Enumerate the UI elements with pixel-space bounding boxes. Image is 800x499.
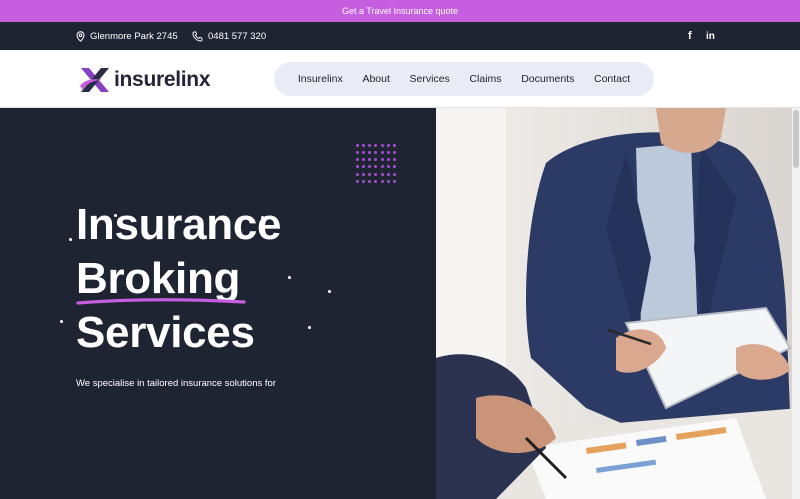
hero-title-line-1: Insurance bbox=[76, 200, 282, 249]
phone-info[interactable]: 0481 577 320 bbox=[192, 22, 266, 50]
hero-subtext: We specialise in tailored insurance solu… bbox=[76, 378, 276, 389]
brand-name: insurelinx bbox=[114, 68, 211, 91]
business-meeting-illustration bbox=[436, 108, 800, 499]
promo-link[interactable]: Get a Travel Insurance quote bbox=[342, 6, 458, 16]
decor-star bbox=[69, 238, 72, 241]
linkedin-icon[interactable]: in bbox=[706, 22, 715, 50]
phone-icon bbox=[192, 31, 203, 41]
scrollbar-thumb[interactable] bbox=[793, 110, 799, 168]
main-navbar: insurelinx Insurelinx About Services Cla… bbox=[0, 50, 800, 108]
location-info: Glenmore Park 2745 bbox=[76, 22, 178, 50]
nav-menu: Insurelinx About Services Claims Documen… bbox=[274, 62, 654, 96]
facebook-icon[interactable]: f bbox=[688, 22, 692, 50]
site-logo[interactable]: insurelinx bbox=[78, 64, 211, 96]
nav-item-claims[interactable]: Claims bbox=[469, 73, 501, 85]
decor-star bbox=[308, 326, 311, 329]
hero-title-line-3: Services bbox=[76, 308, 255, 357]
location-pin-icon bbox=[76, 30, 85, 42]
location-text: Glenmore Park 2745 bbox=[90, 30, 178, 42]
hero-photo bbox=[436, 108, 800, 499]
phone-text: 0481 577 320 bbox=[208, 30, 267, 42]
page-scrollbar[interactable] bbox=[792, 108, 800, 499]
promo-banner: Get a Travel Insurance quote bbox=[0, 0, 800, 22]
decor-star bbox=[288, 276, 291, 279]
nav-item-contact[interactable]: Contact bbox=[594, 73, 630, 85]
nav-item-services[interactable]: Services bbox=[410, 73, 450, 85]
logo-x-icon bbox=[80, 68, 109, 92]
decor-dot-grid bbox=[354, 142, 398, 186]
nav-item-insurelinx[interactable]: Insurelinx bbox=[298, 73, 343, 85]
nav-item-documents[interactable]: Documents bbox=[521, 73, 574, 85]
top-contact-bar: Glenmore Park 2745 0481 577 320 f in bbox=[0, 22, 800, 50]
decor-star bbox=[60, 320, 63, 323]
nav-item-about[interactable]: About bbox=[362, 73, 389, 85]
decor-star bbox=[328, 290, 331, 293]
